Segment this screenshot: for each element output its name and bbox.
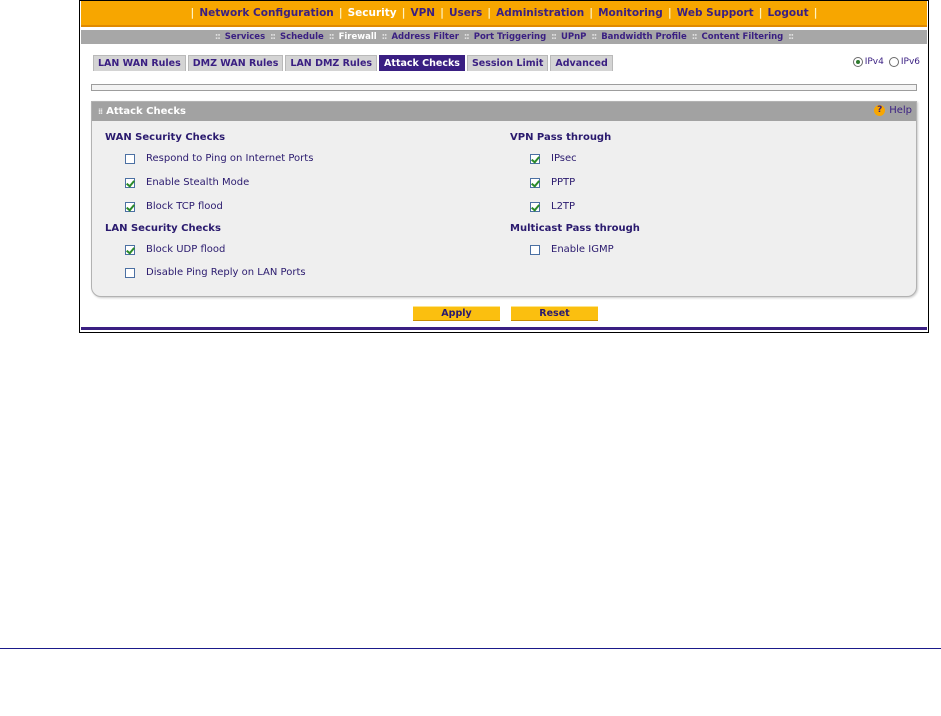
nav-monitoring[interactable]: Monitoring xyxy=(598,7,663,19)
subnav-separator: :: xyxy=(270,32,276,42)
panel-header: ⁞⁞ Attack Checks ? Help xyxy=(92,102,916,121)
pptp-label: PPTP xyxy=(551,177,576,188)
lan-option-disable-ping: Disable Ping Reply on LAN Ports xyxy=(125,267,306,278)
reset-button[interactable]: Reset xyxy=(511,306,598,321)
ipv6-label: IPv6 xyxy=(900,57,920,67)
stealth-mode-label: Enable Stealth Mode xyxy=(146,177,250,188)
ipsec-checkbox[interactable] xyxy=(530,153,540,164)
block-udp-label: Block UDP flood xyxy=(146,244,226,255)
subnav-separator: :: xyxy=(463,32,470,42)
nav-separator: | xyxy=(338,7,343,19)
ipv4-label: IPv4 xyxy=(864,57,884,67)
wan-option-respond-ping: Respond to Ping on Internet Ports xyxy=(125,153,313,164)
lan-security-title: LAN Security Checks xyxy=(105,223,221,234)
subnav-upnp[interactable]: UPnP xyxy=(561,32,586,42)
vpn-pass-title: VPN Pass through xyxy=(510,132,612,143)
respond-ping-label: Respond to Ping on Internet Ports xyxy=(146,153,314,164)
subnav-separator: :: xyxy=(691,32,698,42)
help-icon: ? xyxy=(874,105,886,116)
block-tcp-checkbox[interactable] xyxy=(125,201,135,212)
wan-security-title: WAN Security Checks xyxy=(105,132,226,143)
block-tcp-label: Block TCP flood xyxy=(146,201,223,212)
wan-option-block-tcp: Block TCP flood xyxy=(125,201,223,212)
disable-ping-checkbox[interactable] xyxy=(125,267,135,278)
l2tp-label: L2TP xyxy=(551,201,576,212)
main-nav: | Network Configuration | Security | VPN… xyxy=(81,1,927,27)
multicast-option-igmp: Enable IGMP xyxy=(530,244,614,255)
subnav-separator: :: xyxy=(328,32,335,42)
nav-separator: | xyxy=(758,7,763,19)
subnav-schedule[interactable]: Schedule xyxy=(280,32,324,42)
nav-separator: | xyxy=(813,7,818,19)
subnav-address-filter[interactable]: Address Filter xyxy=(391,32,458,42)
frame-bottom-bar xyxy=(81,327,927,330)
nav-separator: | xyxy=(401,7,406,19)
nav-web-support[interactable]: Web Support xyxy=(677,7,754,19)
tab-session-limit[interactable]: Session Limit xyxy=(466,55,549,71)
nav-separator: | xyxy=(589,7,594,19)
sub-nav: :: Services :: Schedule :: Firewall :: A… xyxy=(81,30,927,44)
lan-option-block-udp: Block UDP flood xyxy=(125,244,225,255)
pptp-checkbox[interactable] xyxy=(530,177,540,188)
subnav-separator: :: xyxy=(381,32,388,42)
stealth-mode-checkbox[interactable] xyxy=(125,177,135,188)
subnav-firewall[interactable]: Firewall xyxy=(339,32,377,42)
subnav-separator: :: xyxy=(591,32,597,42)
tab-dmz-wan-rules[interactable]: DMZ WAN Rules xyxy=(187,55,284,71)
nav-separator: | xyxy=(440,7,444,19)
vpn-option-l2tp: L2TP xyxy=(530,201,575,212)
nav-vpn[interactable]: VPN xyxy=(410,7,435,19)
subnav-port-triggering[interactable]: Port Triggering xyxy=(474,32,546,42)
help-link[interactable]: ? Help xyxy=(874,105,912,116)
wan-option-stealth-mode: Enable Stealth Mode xyxy=(125,177,249,188)
nav-separator: | xyxy=(667,7,672,19)
nav-separator: | xyxy=(190,7,195,19)
help-label: Help xyxy=(889,105,912,116)
subnav-separator: :: xyxy=(788,32,794,42)
tab-advanced[interactable]: Advanced xyxy=(550,55,613,71)
subnav-services[interactable]: Services xyxy=(225,32,265,42)
nav-network-configuration[interactable]: Network Configuration xyxy=(199,7,333,19)
tab-bar: LAN WAN Rules DMZ WAN Rules LAN DMZ Rule… xyxy=(93,55,613,71)
block-udp-checkbox[interactable] xyxy=(125,244,135,255)
panel-title: Attack Checks xyxy=(106,106,186,117)
nav-separator: | xyxy=(487,7,492,19)
vpn-option-ipsec: IPsec xyxy=(530,153,577,164)
status-bar xyxy=(91,84,917,91)
subnav-separator: :: xyxy=(551,32,557,42)
nav-administration[interactable]: Administration xyxy=(496,7,584,19)
ipsec-label: IPsec xyxy=(551,153,577,164)
tab-lan-dmz-rules[interactable]: LAN DMZ Rules xyxy=(285,55,378,71)
l2tp-checkbox[interactable] xyxy=(530,201,540,212)
nav-logout[interactable]: Logout xyxy=(767,7,808,19)
ipv4-radio[interactable] xyxy=(852,57,863,67)
page-footer-rule xyxy=(0,648,941,649)
router-frame: | Network Configuration | Security | VPN… xyxy=(79,0,929,333)
disable-ping-label: Disable Ping Reply on LAN Ports xyxy=(146,267,306,278)
subnav-bandwidth-profile[interactable]: Bandwidth Profile xyxy=(601,32,687,42)
ipv6-radio[interactable] xyxy=(888,57,899,67)
attack-checks-panel: ⁞⁞ Attack Checks ? Help WAN Security Che… xyxy=(91,101,917,297)
respond-ping-checkbox[interactable] xyxy=(125,153,135,164)
igmp-label: Enable IGMP xyxy=(551,244,614,255)
ip-version-selector: IPv4 IPv6 xyxy=(852,57,920,67)
grip-icon: ⁞⁞ xyxy=(98,107,103,116)
nav-security[interactable]: Security xyxy=(348,7,397,19)
vpn-option-pptp: PPTP xyxy=(530,177,575,188)
subnav-separator: :: xyxy=(214,32,221,42)
nav-users[interactable]: Users xyxy=(449,7,482,19)
subnav-content-filtering[interactable]: Content Filtering xyxy=(702,32,784,42)
tab-attack-checks[interactable]: Attack Checks xyxy=(379,55,465,71)
igmp-checkbox[interactable] xyxy=(530,244,540,255)
multicast-pass-title: Multicast Pass through xyxy=(510,223,640,234)
apply-button[interactable]: Apply xyxy=(413,306,500,321)
tab-lan-wan-rules[interactable]: LAN WAN Rules xyxy=(93,55,186,71)
